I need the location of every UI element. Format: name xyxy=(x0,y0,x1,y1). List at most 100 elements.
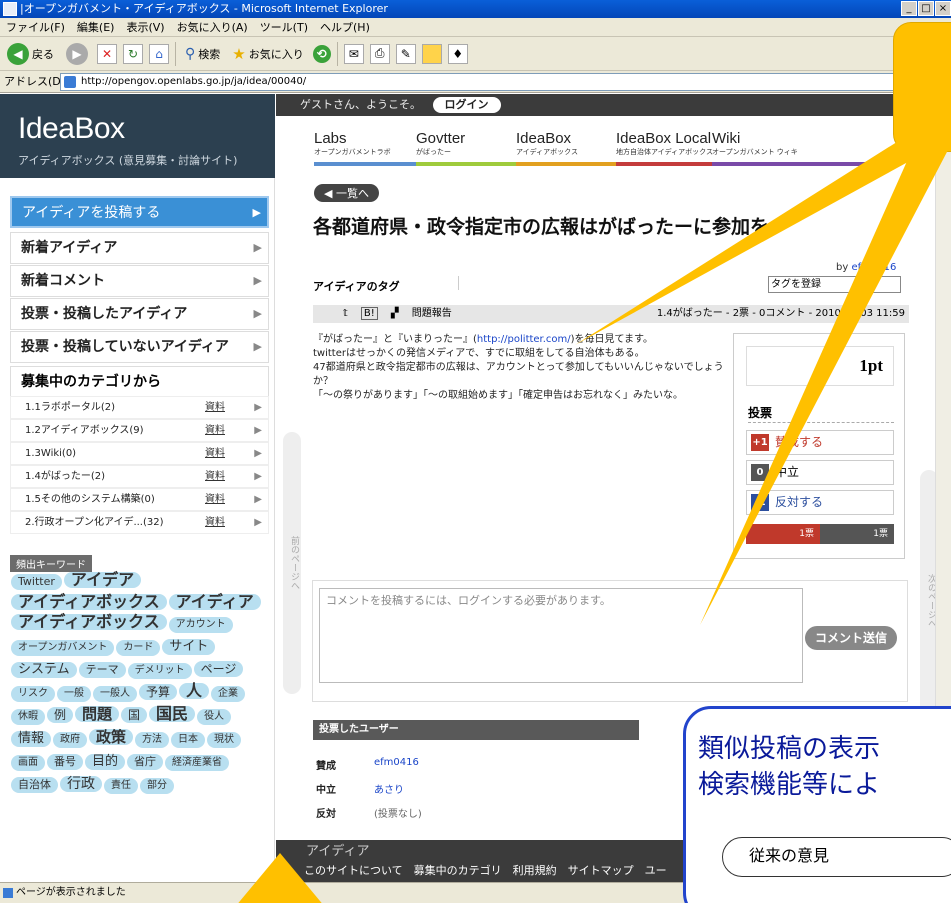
category-doc-link[interactable]: 資料 xyxy=(205,489,225,511)
menu-help[interactable]: ヘルプ(H) xyxy=(320,18,370,36)
menu-tools[interactable]: ツール(T) xyxy=(260,18,308,36)
site-link-ideabox-local[interactable]: IdeaBox Local 地方自治体アイディアボックス xyxy=(616,130,713,166)
comment-send-button[interactable]: コメント送信 xyxy=(805,626,897,650)
edit-icon[interactable]: ✎ xyxy=(395,43,416,64)
keyword-tag[interactable]: 経済産業省 xyxy=(165,755,230,771)
keyword-tag[interactable]: リスク xyxy=(11,686,55,702)
comment-textarea[interactable]: コメントを投稿するには、ログインする必要があります。 xyxy=(319,588,803,683)
menu-file[interactable]: ファイル(F) xyxy=(6,18,65,36)
keyword-tag[interactable]: サイト xyxy=(162,639,216,655)
keyword-tag[interactable]: 国 xyxy=(121,707,148,723)
keyword-tag[interactable]: 画面 xyxy=(11,755,45,771)
keyword-tag[interactable]: 現状 xyxy=(207,732,242,748)
menu-view[interactable]: 表示(V) xyxy=(126,18,164,36)
category-doc-link[interactable]: 資料 xyxy=(205,443,225,465)
sidebar-item-unvoted-ideas[interactable]: 投票・投稿していないアイディア ▶ xyxy=(10,331,269,363)
keyword-tag[interactable]: 予算 xyxy=(139,684,178,700)
share-icon[interactable]: ▞ xyxy=(391,308,399,319)
search-button[interactable]: ⚲ 検索 xyxy=(182,41,223,67)
keyword-tag[interactable]: システム xyxy=(11,662,77,678)
keyword-tag[interactable]: ページ xyxy=(193,661,244,677)
vote-neutral-button[interactable]: 0 中立 xyxy=(746,460,894,485)
voter-link[interactable]: efm0416 xyxy=(374,757,419,768)
category-doc-link[interactable]: 資料 xyxy=(205,397,225,419)
category-item[interactable]: 2.行政オープン化アイデ...(32) 資料 ▶ xyxy=(10,511,269,534)
category-item[interactable]: 1.2アイディアボックス(9) 資料 ▶ xyxy=(10,419,269,442)
keyword-tag[interactable]: 日本 xyxy=(171,732,206,748)
keyword-tag[interactable]: 番号 xyxy=(47,754,83,770)
keyword-tag[interactable]: アイディアボックス xyxy=(11,614,167,630)
voter-link[interactable]: あさり xyxy=(374,781,404,796)
keyword-tag[interactable]: 一般 xyxy=(57,686,91,702)
bookmark-icon[interactable]: B! xyxy=(360,307,378,320)
author-link[interactable]: efm0416 xyxy=(851,262,896,273)
keyword-tag[interactable]: 問題 xyxy=(75,706,120,722)
keyword-tag[interactable]: 方法 xyxy=(135,732,170,748)
keyword-tag[interactable]: 一般人 xyxy=(93,686,137,702)
back-to-list-button[interactable]: ◀ 一覧へ xyxy=(314,184,379,202)
forward-button[interactable]: ▶ xyxy=(63,41,91,67)
keyword-tag[interactable]: 政府 xyxy=(53,732,88,748)
keyword-tag[interactable]: アイデア xyxy=(63,572,142,588)
site-link-govtter[interactable]: Govtter がばったー xyxy=(416,130,516,166)
keyword-tag[interactable]: 省庁 xyxy=(127,754,164,770)
category-doc-link[interactable]: 資料 xyxy=(205,512,225,534)
keyword-tag[interactable]: 情報 xyxy=(11,731,52,747)
keyword-tag[interactable]: 行政 xyxy=(60,776,102,792)
sidebar-item-new-ideas[interactable]: 新着アイディア ▶ xyxy=(10,232,269,264)
category-item[interactable]: 1.5その他のシステム構築(0) 資料 ▶ xyxy=(10,488,269,511)
idea-body-link[interactable]: http://politter.com/ xyxy=(477,334,571,345)
keyword-tag[interactable]: 責任 xyxy=(104,778,138,794)
address-input[interactable]: http://opengov.openlabs.go.jp/ja/idea/00… xyxy=(60,73,900,91)
category-doc-link[interactable]: 資料 xyxy=(205,466,225,488)
stop-icon[interactable]: ✕ xyxy=(97,43,117,64)
keyword-tag[interactable]: アイディアボックス xyxy=(11,594,167,610)
keyword-tag[interactable]: 政策 xyxy=(89,729,134,745)
keyword-tag[interactable]: 企業 xyxy=(211,686,246,702)
category-item[interactable]: 1.1ラボポータル(2) 資料 ▶ xyxy=(10,396,269,419)
back-button[interactable]: ◀ 戻る xyxy=(4,41,57,67)
sidebar-item-new-comments[interactable]: 新着コメント ▶ xyxy=(10,265,269,297)
tag-register-select[interactable]: タグを登録 xyxy=(768,276,901,293)
mail-icon[interactable]: ✉ xyxy=(343,43,364,64)
keyword-tag[interactable]: デメリット xyxy=(127,663,192,679)
messenger-icon[interactable]: ♦ xyxy=(447,43,468,64)
vote-agree-button[interactable]: +1 賛成する xyxy=(746,430,894,455)
footer-links[interactable]: このサイトについて 募集中のカテゴリ 利用規約 サイトマップ ユー xyxy=(304,862,667,878)
twitter-icon[interactable]: 𝕥 xyxy=(343,308,348,319)
close-button[interactable]: × xyxy=(935,1,951,16)
history-icon[interactable]: ⟲ xyxy=(312,44,331,63)
prev-page-tab[interactable]: 前のページへ xyxy=(283,432,301,694)
keyword-tag[interactable]: 例 xyxy=(47,707,74,723)
keyword-tag[interactable]: テーマ xyxy=(78,662,126,678)
sidebar-item-voted-ideas[interactable]: 投票・投稿したアイディア ▶ xyxy=(10,298,269,330)
site-logo[interactable]: IdeaBox xyxy=(18,112,125,146)
site-link-labs[interactable]: Labs オープンガバメントラボ xyxy=(314,130,424,166)
category-item[interactable]: 1.3Wiki(0) 資料 ▶ xyxy=(10,442,269,465)
menu-favorites[interactable]: お気に入り(A) xyxy=(177,18,248,36)
folder-icon[interactable] xyxy=(421,43,442,64)
post-idea-button[interactable]: アイディアを投稿する ▶ xyxy=(10,196,269,228)
menu-edit[interactable]: 編集(E) xyxy=(77,18,115,36)
site-link-wiki[interactable]: Wiki オープンガバメント ウィキ xyxy=(712,130,892,166)
keyword-tag[interactable]: 休暇 xyxy=(11,709,45,725)
favorites-button[interactable]: ★ お気に入り xyxy=(229,41,306,67)
keyword-tag[interactable]: アイディア xyxy=(168,594,261,610)
keyword-tag[interactable]: 部分 xyxy=(140,778,174,794)
vote-oppose-button[interactable]: -1 反対する xyxy=(746,490,894,515)
keyword-tag[interactable]: 目的 xyxy=(85,754,126,770)
keyword-tag[interactable]: 自治体 xyxy=(11,777,58,793)
keyword-tag[interactable]: 役人 xyxy=(197,709,232,725)
category-doc-link[interactable]: 資料 xyxy=(205,420,225,442)
keyword-tag[interactable]: Twitter xyxy=(11,574,62,590)
maximize-button[interactable]: □ xyxy=(918,1,934,16)
refresh-icon[interactable]: ↻ xyxy=(123,43,143,64)
keyword-tag[interactable]: 国民 xyxy=(149,706,196,722)
home-icon[interactable]: ⌂ xyxy=(149,43,169,64)
keyword-tag[interactable]: カード xyxy=(116,640,161,656)
login-button[interactable]: ログイン xyxy=(432,97,501,113)
keyword-tag[interactable]: アカウント xyxy=(168,617,233,633)
site-link-ideabox[interactable]: IdeaBox アイディアボックス xyxy=(516,130,616,166)
keyword-tag[interactable]: オープンガバメント xyxy=(11,640,115,656)
minimize-button[interactable]: _ xyxy=(901,1,917,16)
